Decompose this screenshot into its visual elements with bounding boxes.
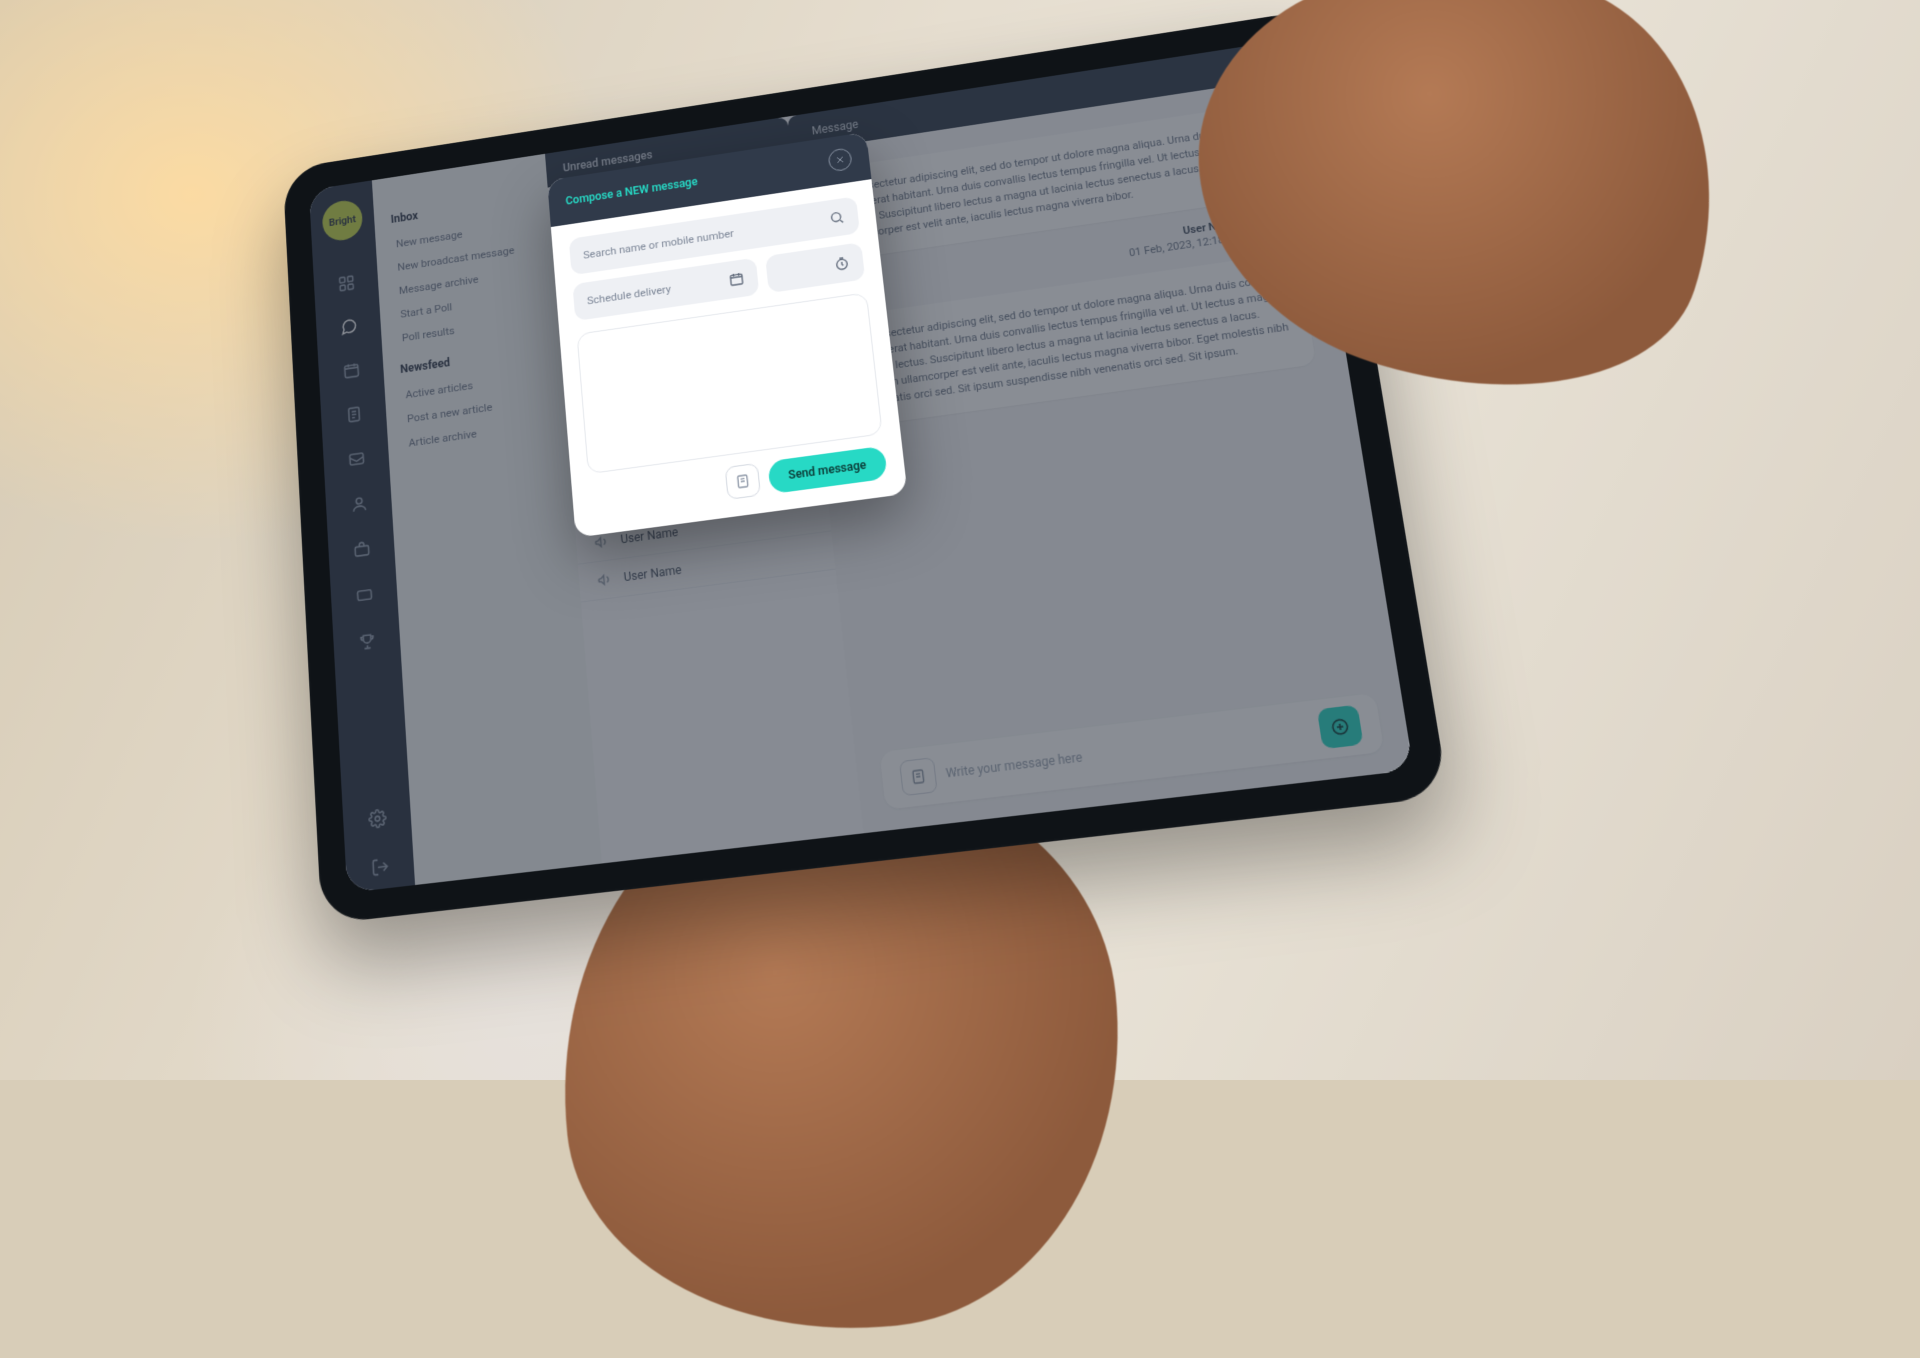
- modal-close-button[interactable]: [827, 147, 852, 172]
- modal-title: Compose a NEW message: [565, 175, 698, 207]
- schedule-delivery-label: Schedule delivery: [587, 282, 672, 307]
- calendar-icon: [728, 271, 745, 288]
- send-message-button[interactable]: Send message: [767, 446, 887, 495]
- search-icon: [828, 209, 845, 226]
- clock-icon: [833, 255, 850, 272]
- schedule-time-field[interactable]: [765, 242, 865, 293]
- compose-modal: Compose a NEW message Search name or mob…: [547, 132, 907, 538]
- modal-attach-icon[interactable]: [724, 463, 760, 500]
- recipient-search-placeholder: Search name or mobile number: [583, 227, 735, 262]
